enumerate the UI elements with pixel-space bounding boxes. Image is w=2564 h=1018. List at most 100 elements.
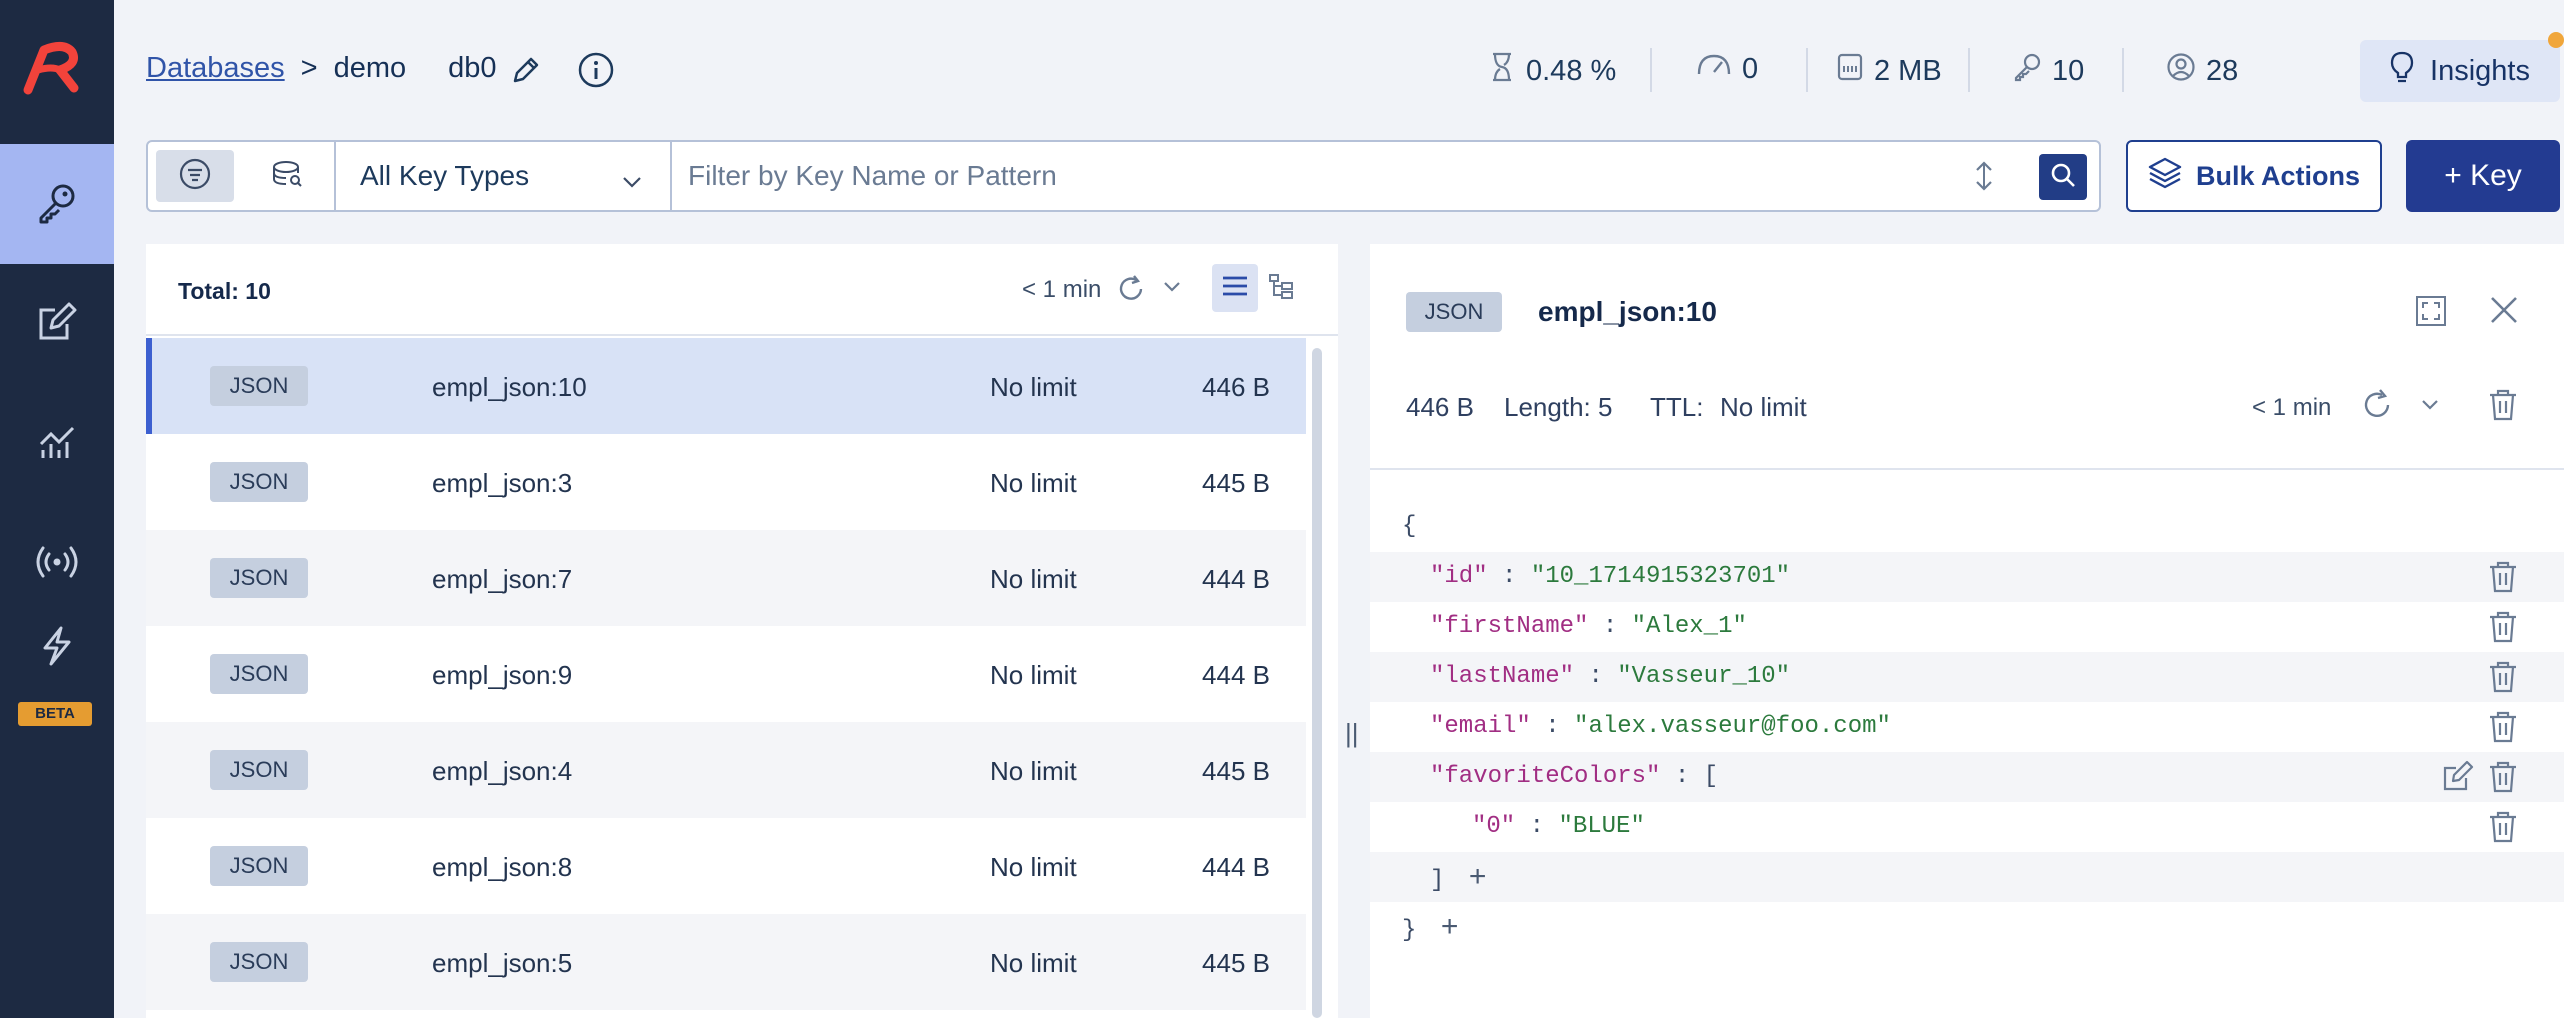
json-value[interactable]: "10_1714915323701"	[1531, 563, 1790, 590]
cpu-stat: 0.48 %	[1488, 52, 1616, 90]
memory-icon	[1836, 52, 1864, 90]
memory-stat: 2 MB	[1836, 52, 1942, 90]
key-name: empl_json:10	[432, 372, 587, 402]
chevron-down-icon[interactable]	[2420, 398, 2440, 417]
key-list-rows: JSON empl_json:10 No limit 446 B JSON em…	[146, 338, 1306, 1010]
table-row[interactable]: JSON empl_json:8 No limit 444 B	[146, 818, 1306, 914]
hourglass-icon	[1488, 52, 1516, 90]
key-size: 444 B	[1202, 660, 1270, 690]
json-key: "lastName"	[1430, 663, 1575, 690]
key-type-badge: JSON	[210, 942, 308, 982]
add-key-button[interactable]: + Key	[2406, 140, 2560, 212]
table-row[interactable]: JSON empl_json:7 No limit 444 B	[146, 530, 1306, 626]
json-field-row[interactable]: "email" : "alex.vasseur@foo.com"	[1370, 702, 2564, 752]
json-array-close-line: ] +	[1370, 852, 2564, 902]
key-ttl: No limit	[990, 372, 1077, 402]
search-mode-toggle	[156, 150, 326, 202]
key-name: empl_json:5	[432, 948, 573, 978]
json-close-brace-line: } +	[1402, 910, 1459, 944]
json-value[interactable]: "Alex_1"	[1632, 613, 1747, 640]
stat-divider	[2122, 48, 2124, 92]
broadcast-icon	[35, 544, 79, 585]
key-ttl: No limit	[990, 468, 1077, 498]
key-pattern-search-input[interactable]	[688, 152, 1888, 200]
bulk-actions-button[interactable]: Bulk Actions	[2126, 140, 2382, 212]
json-field-row[interactable]: "lastName" : "Vasseur_10"	[1370, 652, 2564, 702]
key-name-title[interactable]: empl_json:10	[1538, 296, 1717, 328]
insights-button[interactable]: Insights	[2360, 40, 2560, 102]
redis-logo[interactable]	[20, 36, 84, 100]
key-length-label: Length: 5	[1504, 392, 1613, 422]
refresh-icon[interactable]	[1116, 274, 1146, 309]
sort-arrows-icon[interactable]	[1973, 160, 1995, 197]
layers-icon	[2148, 157, 2182, 196]
key-name: empl_json:7	[432, 564, 573, 594]
json-viewer: { "id" : "10_1714915323701" "firstName" …	[1370, 502, 2564, 952]
filter-mode-button[interactable]	[156, 150, 234, 202]
key-list-toolbar: Total: 10 < 1 min	[146, 244, 1338, 336]
nav-browser-button[interactable]	[0, 144, 114, 264]
json-value[interactable]: "alex.vasseur@foo.com"	[1574, 713, 1891, 740]
json-open-brace-line: {	[1402, 513, 1417, 540]
add-field-button[interactable]: +	[1441, 910, 1459, 943]
table-row[interactable]: JSON empl_json:9 No limit 444 B	[146, 626, 1306, 722]
info-icon[interactable]	[576, 50, 616, 90]
lightning-icon	[37, 626, 77, 671]
key-type-badge: JSON	[210, 366, 308, 406]
key-ttl: No limit	[990, 852, 1077, 882]
nav-workbench-button[interactable]	[0, 264, 114, 384]
search-button[interactable]	[2039, 154, 2087, 200]
fullscreen-icon[interactable]	[2414, 294, 2448, 333]
key-type-badge: JSON	[210, 750, 308, 790]
key-size: 445 B	[1202, 468, 1270, 498]
json-field-row[interactable]: "firstName" : "Alex_1"	[1370, 602, 2564, 652]
key-size: 445 B	[1202, 948, 1270, 978]
tree-view-button[interactable]	[1258, 264, 1304, 312]
json-key: "0"	[1472, 813, 1516, 840]
key-type-badge: JSON	[1406, 292, 1502, 332]
json-array-item-row[interactable]: "0" : "BLUE"	[1370, 802, 2564, 852]
nav-analysis-button[interactable]	[0, 384, 114, 504]
stat-divider	[1650, 48, 1652, 92]
key-details-panel: JSON empl_json:10 446 B Length: 5 TTL: N…	[1370, 244, 2564, 1018]
nav-triggers-button[interactable]	[0, 626, 114, 710]
table-row[interactable]: JSON empl_json:5 No limit 445 B	[146, 914, 1306, 1010]
table-row[interactable]: JSON empl_json:3 No limit 445 B	[146, 434, 1306, 530]
user-icon	[2166, 52, 2196, 90]
search-index-mode-button[interactable]	[248, 150, 326, 202]
left-navigation: BETA	[0, 0, 114, 1018]
json-array-row[interactable]: "favoriteColors" : [	[1370, 752, 2564, 802]
edit-document-icon	[37, 302, 77, 347]
stat-divider	[1968, 48, 1970, 92]
json-value[interactable]: "Vasseur_10"	[1617, 663, 1790, 690]
table-row[interactable]: JSON empl_json:4 No limit 445 B	[146, 722, 1306, 818]
table-row[interactable]: JSON empl_json:10 No limit 446 B	[146, 338, 1306, 434]
json-value[interactable]: "BLUE"	[1558, 813, 1644, 840]
key-name: empl_json:9	[432, 660, 573, 690]
lightbulb-icon	[2390, 51, 2414, 91]
key-list-panel: Total: 10 < 1 min JSON empl_json:10 No l…	[146, 244, 1338, 1018]
json-field-row[interactable]: "id" : "10_1714915323701"	[1370, 552, 2564, 602]
list-view-button[interactable]	[1212, 264, 1258, 312]
close-icon[interactable]	[2488, 294, 2520, 331]
gauge-icon	[1696, 52, 1732, 86]
breadcrumb-databases-link[interactable]: Databases	[146, 52, 285, 85]
ttl-value[interactable]: No limit	[1720, 392, 1807, 423]
chevron-down-icon[interactable]	[1162, 280, 1182, 299]
delete-key-icon[interactable]	[2488, 388, 2518, 427]
nav-pubsub-button[interactable]	[0, 504, 114, 624]
add-array-item-button[interactable]: +	[1469, 860, 1487, 893]
last-refresh-label: < 1 min	[1022, 276, 1102, 303]
key-size: 444 B	[1202, 564, 1270, 594]
panel-divider	[1370, 468, 2564, 470]
key-ttl: No limit	[990, 564, 1077, 594]
database-search-icon	[270, 159, 304, 194]
key-list-scrollbar[interactable]	[1312, 348, 1322, 1018]
pencil-icon[interactable]	[506, 50, 546, 90]
clients-stat: 28	[2166, 52, 2238, 90]
breadcrumb-separator: >	[300, 52, 318, 84]
key-name: empl_json:3	[432, 468, 573, 498]
panel-resize-handle[interactable]: ||	[1345, 718, 1359, 749]
refresh-icon[interactable]	[2360, 388, 2394, 427]
key-type-select[interactable]: All Key Types	[334, 142, 672, 210]
